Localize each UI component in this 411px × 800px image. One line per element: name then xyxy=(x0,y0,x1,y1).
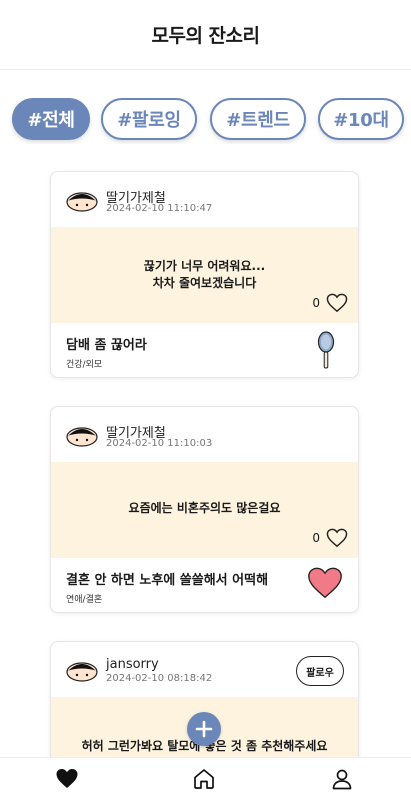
post-body: 요즘에는 비혼주의도 많은걸요 0 xyxy=(51,462,358,558)
profile-icon[interactable] xyxy=(330,767,354,791)
avatar xyxy=(66,662,98,682)
follow-button[interactable]: 팔로우 xyxy=(296,656,344,686)
heart-outline-icon[interactable] xyxy=(326,528,348,548)
tab-all[interactable]: #전체 xyxy=(12,98,90,140)
tab-teens[interactable]: #10대 xyxy=(318,98,404,140)
page-title: 모두의 잔소리 xyxy=(151,25,261,47)
avatar xyxy=(66,192,98,212)
tab-trend[interactable]: #트렌드 xyxy=(210,98,306,140)
like-control[interactable]: 0 xyxy=(312,528,348,548)
post-footer: 담배 좀 끊어라 건강/외모 xyxy=(51,323,358,377)
like-count: 0 xyxy=(312,531,320,545)
post-title: 담배 좀 끊어라 xyxy=(66,338,147,353)
like-count: 0 xyxy=(312,296,320,310)
post-date: 2024-02-10 08:18:42 xyxy=(106,673,213,684)
post-header: 딸기가제철 2024-02-10 11:10:03 xyxy=(51,407,358,462)
hand-mirror-icon xyxy=(317,331,335,369)
tab-following[interactable]: #팔로잉 xyxy=(101,98,197,140)
bottom-nav xyxy=(0,757,411,800)
post-date: 2024-02-10 11:10:47 xyxy=(106,203,213,214)
heart-icon[interactable] xyxy=(55,767,79,791)
avatar xyxy=(66,427,98,447)
post-body: 끊기가 너무 어려워요... 차차 줄여보겠습니다 0 xyxy=(51,227,358,323)
add-post-button[interactable] xyxy=(187,712,221,746)
post-text: 끊기가 너무 어려워요... 차차 줄여보겠습니다 xyxy=(143,259,266,290)
heart-icon xyxy=(308,567,342,599)
home-icon[interactable] xyxy=(192,767,216,791)
post-card[interactable]: 딸기가제철 2024-02-10 11:10:47 끊기가 너무 어려워요...… xyxy=(50,171,359,378)
post-category: 연애/결혼 xyxy=(66,595,103,605)
heart-outline-icon[interactable] xyxy=(326,293,348,313)
post-card[interactable]: 딸기가제철 2024-02-10 11:10:03 요즘에는 비혼주의도 많은걸… xyxy=(50,406,359,613)
post-text: 요즘에는 비혼주의도 많은걸요 xyxy=(128,501,281,515)
post-header: jansorry 2024-02-10 08:18:42 팔로우 xyxy=(51,642,358,697)
post-header: 딸기가제철 2024-02-10 11:10:47 xyxy=(51,172,358,227)
app-header: 모두의 잔소리 xyxy=(0,0,411,70)
post-category: 건강/외모 xyxy=(66,360,103,370)
post-footer: 결혼 안 하면 노후에 쓸쓸해서 어떡해 연애/결혼 xyxy=(51,558,358,612)
like-control[interactable]: 0 xyxy=(312,293,348,313)
author-name[interactable]: jansorry xyxy=(106,657,159,672)
post-title: 결혼 안 하면 노후에 쓸쓸해서 어떡해 xyxy=(66,573,269,588)
category-tabs: #전체 #팔로잉 #트렌드 #10대 xyxy=(0,98,411,144)
plus-icon xyxy=(195,720,213,738)
post-date: 2024-02-10 11:10:03 xyxy=(106,438,213,449)
